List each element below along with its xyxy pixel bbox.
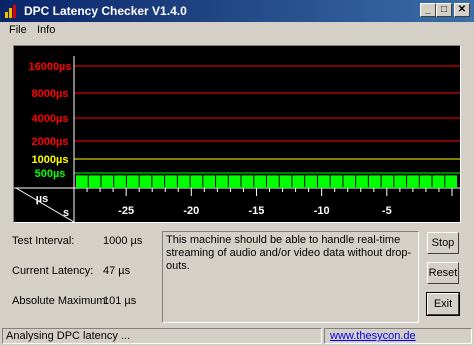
latency-bar <box>419 175 432 188</box>
latency-bar <box>203 175 216 188</box>
latency-bar <box>305 175 317 188</box>
latency-bar <box>368 175 381 188</box>
latency-bar <box>343 175 356 188</box>
status-message: This machine should be able to handle re… <box>162 231 419 323</box>
absolute-maximum-value: 101 µs <box>103 295 137 307</box>
stop-button[interactable]: Stop <box>427 232 459 254</box>
latency-chart: 16000µs 8000µs 4000µs 2000µs 1000µs 500µs µs s -… <box>13 45 461 223</box>
current-latency-label: Current Latency: <box>12 265 94 277</box>
y-label-8000: 8000µs <box>32 88 69 100</box>
maximize-button[interactable]: □ <box>436 3 452 17</box>
latency-bar <box>356 175 368 188</box>
latency-bar <box>139 175 152 188</box>
app-icon <box>5 5 16 18</box>
latency-bar <box>228 175 241 188</box>
latency-bar <box>190 175 203 188</box>
menu-bar: File Info <box>0 22 474 40</box>
latency-bar <box>216 175 228 188</box>
latency-bar <box>317 175 330 188</box>
title-bar: DPC Latency Checker V1.4.0 _ □ ✕ <box>0 0 474 22</box>
window-title: DPC Latency Checker V1.4.0 <box>24 4 187 18</box>
latency-bar <box>279 175 292 188</box>
latency-chart-svg: 16000µs 8000µs 4000µs 2000µs 1000µs 500µs µs s -… <box>14 56 460 222</box>
latency-bar <box>152 175 165 188</box>
absolute-maximum-label: Absolute Maximum: <box>12 295 109 307</box>
latency-bar <box>165 175 177 188</box>
latency-bar <box>114 175 126 188</box>
status-text: Analysing DPC latency ... <box>2 328 322 344</box>
latency-bar <box>330 175 343 188</box>
y-label-500: 500µs <box>35 168 66 180</box>
y-label-4000: 4000µs <box>32 113 69 125</box>
minimize-button[interactable]: _ <box>420 3 436 17</box>
menu-file[interactable]: File <box>9 24 27 36</box>
website-link[interactable]: www.thesycon.de <box>330 330 416 342</box>
status-link-pane: www.thesycon.de <box>324 328 472 344</box>
y-label-2000: 2000µs <box>32 136 69 148</box>
latency-bar <box>267 175 279 188</box>
x-tick-label: -25 <box>118 205 134 217</box>
menu-info[interactable]: Info <box>37 24 55 36</box>
latency-bar <box>407 175 419 188</box>
latency-bar <box>432 175 445 188</box>
y-label-1000: 1000µs <box>32 154 69 166</box>
latency-bar <box>394 175 407 188</box>
test-interval-label: Test Interval: <box>12 235 75 247</box>
close-button[interactable]: ✕ <box>454 3 470 17</box>
latency-bar <box>381 175 394 188</box>
x-tick-label: -20 <box>183 205 199 217</box>
reset-button[interactable]: Reset <box>427 262 459 284</box>
latency-bar <box>76 175 88 188</box>
y-label-16000: 16000µs <box>28 61 71 73</box>
current-latency-value: 47 µs <box>103 265 131 277</box>
x-unit-label: s <box>63 207 69 219</box>
y-unit-label: µs <box>36 193 48 205</box>
latency-bar <box>101 175 114 188</box>
x-tick-label: -15 <box>249 205 265 217</box>
latency-bar <box>241 175 254 188</box>
x-tick-label: -5 <box>382 205 392 217</box>
latency-bar <box>254 175 266 188</box>
x-tick-label: -10 <box>314 205 330 217</box>
exit-button[interactable]: Exit <box>426 292 460 316</box>
latency-bar <box>126 175 139 188</box>
test-interval-value: 1000 µs <box>103 235 143 247</box>
latency-bar <box>88 175 101 188</box>
latency-bar <box>292 175 305 188</box>
latency-bar <box>177 175 190 188</box>
status-bar: Analysing DPC latency ... www.thesycon.d… <box>0 327 474 346</box>
latency-bar <box>445 175 457 188</box>
